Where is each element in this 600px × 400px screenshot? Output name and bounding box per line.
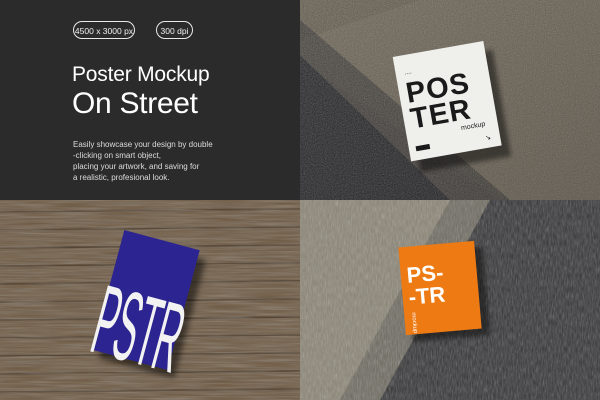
mockup-photo-planks: PSTR [0, 200, 300, 400]
description-line: Easily showcase your design by double [73, 140, 213, 149]
orange-poster: PS- -TR mockup [398, 240, 482, 336]
mockup-photo-concrete: PS- -TR mockup [300, 200, 600, 400]
mockup-collage: 4500 x 3000 px 300 dpi Poster Mockup On … [0, 0, 600, 400]
description-line: a realistic, profesional look. [73, 173, 170, 182]
mockup-photo-asphalt: • • • • POS TER mockup ↘ [300, 0, 600, 200]
concrete-scene: PS- -TR mockup [300, 200, 600, 400]
white-poster: • • • • POS TER mockup ↘ [392, 40, 502, 162]
resolution-badge: 4500 x 3000 px [73, 21, 135, 39]
asphalt-scene: • • • • POS TER mockup ↘ [300, 0, 600, 200]
headline-line-1: Poster Mockup [72, 63, 210, 86]
orange-poster-line-2: -TR [408, 282, 447, 310]
planks-scene: PSTR [0, 200, 300, 400]
dpi-badge: 300 dpi [156, 21, 193, 39]
description-line: placing your artwork, and saving for [73, 162, 200, 171]
info-panel: 4500 x 3000 px 300 dpi Poster Mockup On … [0, 0, 300, 200]
description: Easily showcase your design by double -c… [73, 139, 283, 183]
headline-line-2: On Street [72, 87, 198, 120]
description-line: -clicking on smart object, [73, 151, 162, 160]
